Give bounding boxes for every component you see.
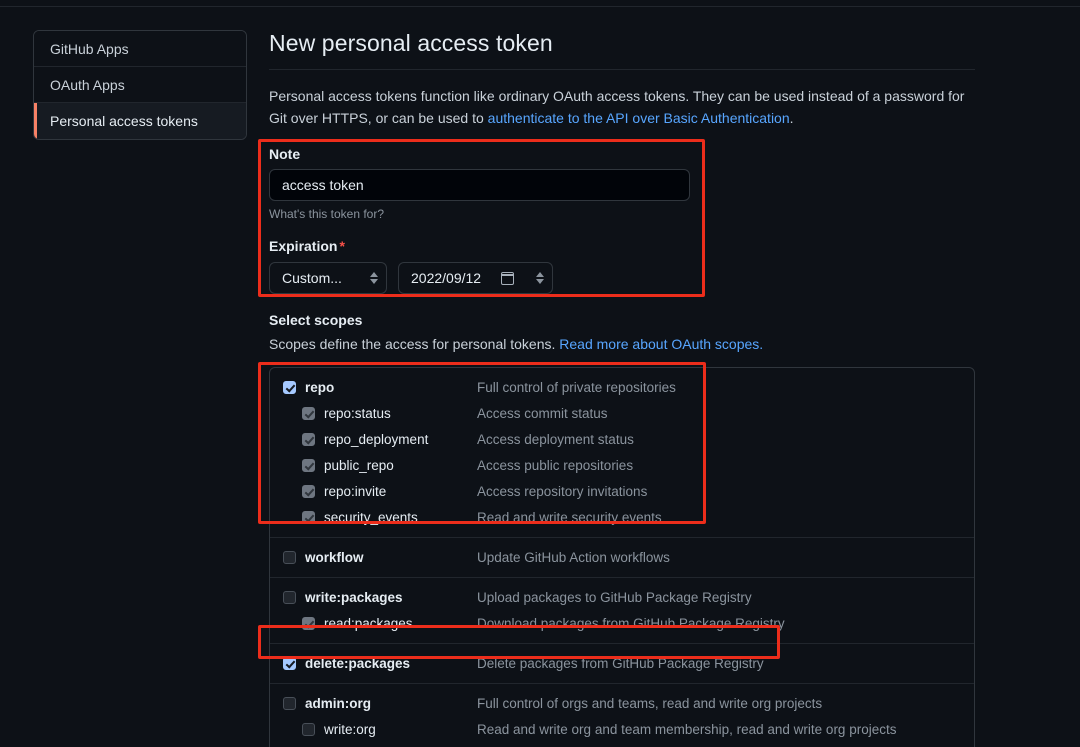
scope-name: read:packages bbox=[324, 615, 413, 631]
scope-group: write:packages Upload packages to GitHub … bbox=[270, 578, 974, 645]
scope-name: delete:packages bbox=[305, 655, 411, 671]
select-scopes-title: Select scopes bbox=[269, 312, 363, 329]
title-divider bbox=[269, 69, 975, 70]
expiration-label: Expiration * bbox=[269, 238, 975, 254]
expiration-date-value: 2022/09/12 bbox=[411, 270, 482, 287]
scope-row-read-packages[interactable]: read:packages Download packages from GitH… bbox=[270, 610, 974, 636]
main-content: New personal access token Personal acces… bbox=[269, 30, 975, 747]
chevron-updown-icon bbox=[370, 272, 378, 285]
scope-description: Delete packages from GitHub Package Regi… bbox=[477, 655, 764, 671]
scope-description: Access commit status bbox=[477, 405, 608, 421]
scope-row-write-org[interactable]: write:org Read and write org and team mem… bbox=[270, 716, 974, 742]
sidebar-item-label: Personal access tokens bbox=[50, 113, 198, 129]
scope-name: repo_deployment bbox=[324, 431, 429, 447]
checkbox-repo-status bbox=[302, 406, 315, 420]
scope-name: workflow bbox=[305, 549, 364, 565]
sidebar-item-label: OAuth Apps bbox=[50, 77, 125, 93]
scope-row-repo[interactable]: repo Full control of private repositories bbox=[270, 374, 974, 400]
scope-name: repo:status bbox=[324, 405, 391, 421]
note-field-group: Note What's this token for? bbox=[269, 146, 975, 221]
chevron-updown-icon bbox=[536, 272, 544, 285]
scope-name: repo:invite bbox=[324, 483, 387, 499]
scope-name: public_repo bbox=[324, 457, 394, 473]
select-scopes-subtitle: Scopes define the access for personal to… bbox=[269, 336, 975, 352]
expiration-select-value: Custom... bbox=[282, 270, 342, 287]
checkbox-write-packages[interactable] bbox=[283, 590, 296, 604]
scopes-panel: repo Full control of private repositories… bbox=[269, 367, 975, 747]
scope-name: security_events bbox=[324, 509, 418, 525]
sidebar-item-personal-access-tokens[interactable]: Personal access tokens bbox=[34, 103, 246, 139]
select-scopes-section: Select scopes Scopes define the access f… bbox=[269, 312, 975, 747]
checkbox-write-org[interactable] bbox=[302, 722, 315, 736]
scope-row-repo-status[interactable]: repo:status Access commit status bbox=[270, 400, 974, 426]
browser-chrome-strip bbox=[0, 0, 1080, 7]
scope-row-delete-packages[interactable]: delete:packages Delete packages from GitH… bbox=[270, 650, 974, 676]
page-root: GitHub Apps OAuth Apps Personal access t… bbox=[0, 0, 1080, 747]
scopes-sub-text: Scopes define the access for personal to… bbox=[269, 336, 560, 353]
checkbox-workflow[interactable] bbox=[283, 550, 296, 564]
required-asterisk: * bbox=[339, 238, 345, 255]
expiration-date-input[interactable]: 2022/09/12 bbox=[398, 262, 553, 295]
scope-description: Full control of orgs and teams, read and… bbox=[477, 695, 823, 711]
checkbox-repo[interactable] bbox=[283, 380, 296, 394]
sidebar-item-label: GitHub Apps bbox=[50, 41, 129, 57]
expiration-select[interactable]: Custom... bbox=[269, 262, 387, 295]
scope-group: delete:packages Delete packages from GitH… bbox=[270, 644, 974, 685]
scope-description: Access repository invitations bbox=[477, 483, 648, 499]
scope-name: repo bbox=[305, 379, 335, 395]
checkbox-delete-packages[interactable] bbox=[283, 656, 296, 670]
checkbox-repo-invite bbox=[302, 484, 315, 498]
scope-row-workflow[interactable]: workflow Update GitHub Action workflows bbox=[270, 544, 974, 570]
checkbox-public-repo bbox=[302, 458, 315, 472]
basic-auth-doc-link[interactable]: authenticate to the API over Basic Authe… bbox=[488, 110, 790, 126]
scope-description: Download packages from GitHub Package Re… bbox=[477, 615, 785, 631]
scope-description: Read and write org and team membership, … bbox=[477, 721, 897, 737]
oauth-scopes-doc-link[interactable]: Read more about OAuth scopes. bbox=[559, 336, 763, 352]
scope-description: Read and write security events bbox=[477, 509, 662, 525]
sidebar-item-oauth-apps[interactable]: OAuth Apps bbox=[34, 67, 246, 103]
scope-group: workflow Update GitHub Action workflows bbox=[270, 538, 974, 579]
expiration-field-group: Expiration * Custom... 2022/09/12 bbox=[269, 238, 975, 295]
scope-description: Full control of private repositories bbox=[477, 379, 676, 395]
note-label: Note bbox=[269, 146, 301, 163]
note-input[interactable] bbox=[269, 169, 690, 202]
scope-description: Access deployment status bbox=[477, 431, 634, 447]
scope-row-read-org[interactable]: read:orgRead org and team membership, re… bbox=[270, 742, 974, 747]
scope-row-public-repo[interactable]: public_repo Access public repositories bbox=[270, 452, 974, 478]
scope-row-admin-org[interactable]: admin:org Full control of orgs and teams,… bbox=[270, 690, 974, 716]
note-hint: What's this token for? bbox=[269, 207, 385, 222]
expiration-controls: Custom... 2022/09/12 bbox=[269, 262, 975, 295]
expiration-label-text: Expiration bbox=[269, 238, 338, 255]
scope-group: repo Full control of private repositories… bbox=[270, 368, 974, 539]
calendar-icon[interactable] bbox=[500, 271, 515, 285]
scope-row-security-events[interactable]: security_events Read and write security e… bbox=[270, 504, 974, 530]
checkbox-security-events bbox=[302, 510, 315, 524]
scope-group: admin:org Full control of orgs and teams,… bbox=[270, 684, 974, 747]
checkbox-repo-deployment bbox=[302, 432, 315, 446]
scope-description: Update GitHub Action workflows bbox=[477, 549, 670, 565]
scope-row-repo-invite[interactable]: repo:invite Access repository invitations bbox=[270, 478, 974, 504]
page-title: New personal access token bbox=[269, 30, 553, 56]
settings-sidebar: GitHub Apps OAuth Apps Personal access t… bbox=[33, 30, 247, 140]
checkbox-read-packages bbox=[302, 616, 315, 630]
checkbox-admin-org[interactable] bbox=[283, 696, 296, 710]
scope-name: admin:org bbox=[305, 695, 371, 711]
intro-paragraph: Personal access tokens function like ord… bbox=[269, 86, 969, 129]
intro-text-part2: . bbox=[789, 109, 794, 126]
scope-row-repo-deployment[interactable]: repo_deployment Access deployment status bbox=[270, 426, 974, 452]
scope-description: Access public repositories bbox=[477, 457, 634, 473]
scope-description: Upload packages to GitHub Package Regist… bbox=[477, 589, 752, 605]
scope-row-write-packages[interactable]: write:packages Upload packages to GitHub … bbox=[270, 584, 974, 610]
scope-name: write:packages bbox=[305, 589, 403, 605]
scope-name: write:org bbox=[324, 721, 376, 737]
date-value-wrap: 2022/09/12 bbox=[411, 270, 515, 287]
sidebar-item-github-apps[interactable]: GitHub Apps bbox=[34, 31, 246, 67]
